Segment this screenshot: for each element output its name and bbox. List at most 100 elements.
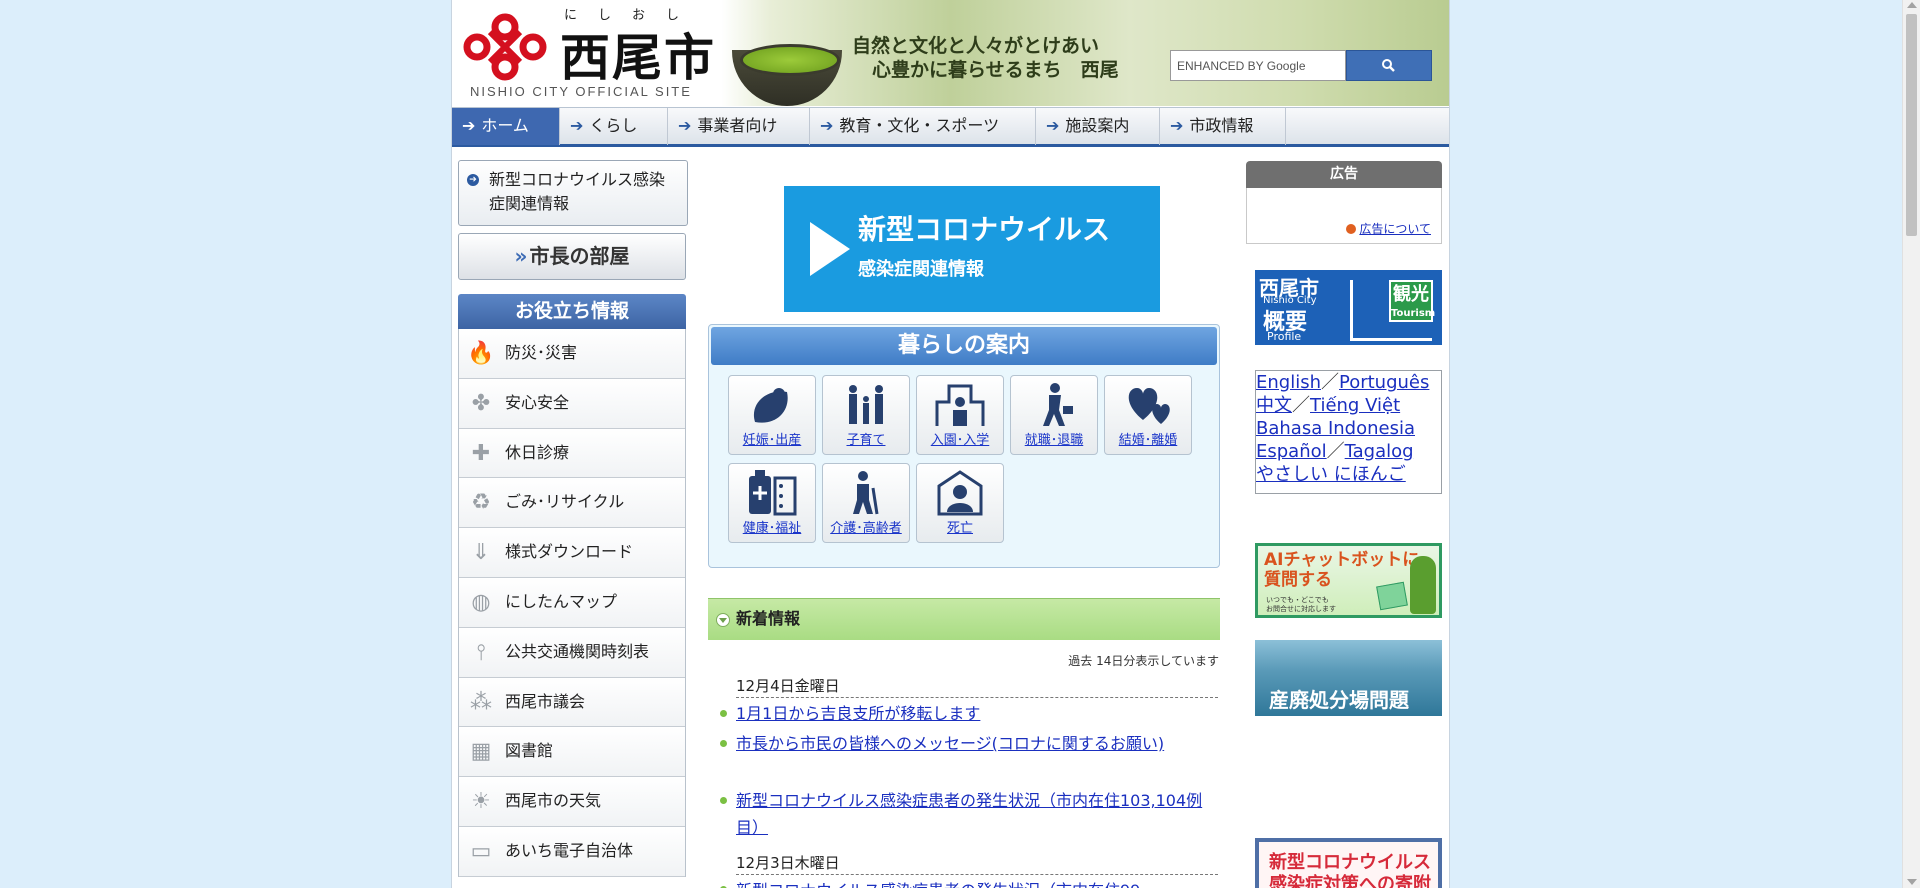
profile-tourism-banner[interactable]: 西尾市 Nishio City 概要 Profile 観光 Tourism: [1255, 270, 1442, 345]
scroll-up-icon[interactable]: [1907, 2, 1917, 8]
lang-english[interactable]: English: [1256, 372, 1321, 393]
tile-childcare[interactable]: 子育て: [822, 375, 910, 455]
news-link[interactable]: 1月1日から吉良支所が移転します: [736, 700, 1218, 727]
tourism-badge[interactable]: 観光 Tourism: [1389, 280, 1436, 322]
useful-item-label: 安心安全: [505, 392, 570, 412]
lang-vietnamese[interactable]: Tiếng Việt: [1310, 395, 1400, 416]
lang-portuguese[interactable]: Português: [1339, 372, 1429, 393]
matcha-image: [740, 44, 840, 76]
nav-city-admin[interactable]: ➔ 市政情報: [1160, 108, 1286, 145]
tile-pregnancy[interactable]: 妊娠･出産: [728, 375, 816, 455]
tile-health[interactable]: 健康･福祉: [728, 463, 816, 543]
nav-home[interactable]: ➔ ホーム: [452, 108, 560, 145]
nav-label: くらし: [589, 116, 638, 135]
ai-chatbot-subtitle: いつでも・どこでも お問合せに対応します: [1266, 596, 1336, 614]
lang-indonesian[interactable]: Bahasa Indonesia: [1256, 418, 1415, 439]
nav-facilities[interactable]: ➔ 施設案内: [1036, 108, 1160, 145]
nav-business[interactable]: ➔ 事業者向け: [668, 108, 810, 145]
corona-banner-title: 新型コロナウイルス: [858, 213, 1111, 246]
arrow-right-icon: ➔: [1046, 116, 1060, 135]
lang-tagalog[interactable]: Tagalog: [1345, 441, 1414, 462]
nav-label: 事業者向け: [697, 116, 778, 135]
useful-item-disaster[interactable]: 🔥 防災･災害: [459, 329, 685, 379]
tile-marriage[interactable]: 結婚･離婚: [1104, 375, 1192, 455]
useful-item-map[interactable]: ◍ にしたんマップ: [459, 577, 685, 628]
living-guide-panel: 暮らしの案内 妊娠･出産 子育て 入園･入学 就職･退職 結婚･離婚 健康･福祉…: [708, 324, 1220, 568]
download-icon: ⇓: [471, 540, 491, 566]
useful-item-label: にしたんマップ: [505, 591, 618, 611]
useful-item-e-gov[interactable]: ▭ あいち電子自治体: [459, 826, 685, 877]
ai-title-line2: 質問する: [1264, 570, 1332, 590]
news-link[interactable]: 市長から市民の皆様へのメッセージ(コロナに関するお願い): [736, 730, 1218, 757]
mascot-icon: [1410, 556, 1436, 614]
portrait-icon: [937, 470, 983, 516]
search-input[interactable]: ENHANCED BY Google: [1170, 50, 1346, 81]
arrow-circle-icon: ➔: [467, 174, 479, 186]
language-links: English／Português 中文／Tiếng Việt Bahasa I…: [1255, 370, 1442, 494]
nav-education[interactable]: ➔ 教育・文化・スポーツ: [810, 108, 1036, 145]
corona-donation-banner[interactable]: 新型コロナウイルス 感染症対策への寄附: [1255, 838, 1442, 888]
search-button[interactable]: [1346, 50, 1432, 81]
tourism-label-en: Tourism: [1391, 308, 1436, 319]
arrow-right-icon: ➔: [570, 116, 584, 135]
news-heading: 新着情報: [736, 609, 801, 628]
ad-heading: 広告: [1246, 161, 1442, 188]
tile-label: 子育て: [846, 433, 886, 448]
city-emblem-icon[interactable]: [462, 12, 548, 82]
elderly-icon: [853, 471, 879, 515]
nav-living[interactable]: ➔ くらし: [560, 108, 668, 145]
vertical-scrollbar[interactable]: [1902, 0, 1920, 888]
news-link[interactable]: 新型コロナウイルス感染症患者の発生状況（市内在住103,104例目）: [736, 787, 1218, 841]
industrial-waste-banner[interactable]: 産廃処分場問題: [1255, 640, 1442, 716]
useful-item-forms[interactable]: ⇓ 様式ダウンロード: [459, 528, 685, 578]
global-nav: ➔ ホーム ➔ くらし ➔ 事業者向け ➔ 教育・文化・スポーツ ➔ 施設案内 ➔ 市政情報: [452, 107, 1449, 147]
lang-spanish[interactable]: Español: [1256, 441, 1327, 462]
arrow-right-icon: ➔: [820, 116, 834, 135]
language-row: やさしい にほんご: [1256, 463, 1441, 486]
tile-label: 入園･入学: [930, 433, 990, 448]
mayor-room-button[interactable]: » 市長の部屋: [458, 233, 686, 280]
useful-item-holiday-clinic[interactable]: ✚ 休日診療: [459, 428, 685, 479]
ad-about-link[interactable]: 広告について: [1346, 220, 1431, 237]
tourism-label: 観光: [1393, 284, 1429, 305]
tagline-line1: 自然と文化と人々がとけあい: [852, 35, 1100, 57]
news-link[interactable]: 新型コロナウイルス感染症患者の発生状況（市内在住99: [736, 877, 1218, 888]
useful-item-library[interactable]: ▦ 図書館: [459, 727, 685, 778]
separator: ／: [1292, 395, 1310, 416]
job-icon: [1043, 383, 1073, 426]
useful-item-label: 休日診療: [505, 442, 570, 462]
industrial-waste-label: 産廃処分場問題: [1269, 688, 1409, 712]
ai-chatbot-banner[interactable]: AIチャットボットに 質問する いつでも・どこでも お問合せに対応します: [1255, 543, 1442, 618]
useful-item-weather[interactable]: ☀ 西尾市の天気: [459, 777, 685, 827]
tile-elderly[interactable]: 介護･高齢者: [822, 463, 910, 543]
arrow-right-icon: [1350, 338, 1432, 341]
tile-school[interactable]: 入園･入学: [916, 375, 1004, 455]
news-note: 過去 14日分表示しています: [1068, 654, 1219, 668]
corona-banner[interactable]: 新型コロナウイルス 感染症関連情報: [784, 186, 1160, 312]
tile-death[interactable]: 死亡: [916, 463, 1004, 543]
lang-chinese[interactable]: 中文: [1256, 395, 1292, 416]
news-heading-bar[interactable]: 新着情報: [708, 598, 1220, 640]
useful-item-safety[interactable]: ✤ 安心安全: [459, 378, 685, 429]
ai-title-line1: AIチャットボットに: [1264, 550, 1420, 570]
medicine-icon: [749, 470, 797, 516]
arrow-up-icon: [1350, 280, 1353, 340]
corona-donation-line2: 感染症対策への寄附: [1269, 874, 1431, 888]
corona-info-link[interactable]: ➔ 新型コロナウイルス感染症関連情報: [458, 160, 688, 226]
separator: ／: [1326, 441, 1345, 462]
scrollbar-thumb[interactable]: [1906, 14, 1917, 236]
fire-icon: 🔥: [467, 341, 495, 366]
lang-easy-japanese[interactable]: やさしい にほんご: [1256, 464, 1406, 485]
useful-item-recycle[interactable]: ♻ ごみ･リサイクル: [459, 478, 685, 529]
useful-info-list: 🔥 防災･災害 ✤ 安心安全 ✚ 休日診療 ♻ ごみ･リサイクル ⇓ 様式ダウンロード ◍…: [458, 329, 686, 877]
separator: ／: [1321, 372, 1339, 393]
tile-job[interactable]: 就職･退職: [1010, 375, 1098, 455]
useful-item-assembly[interactable]: ⁂ 西尾市議会: [459, 677, 685, 728]
logo-text[interactable]: 西尾市: [560, 18, 716, 90]
useful-item-label: ごみ･リサイクル: [505, 492, 625, 512]
scroll-down-icon[interactable]: [1907, 879, 1917, 885]
tagline-line2: 心豊かに暮らせるまち 西尾: [872, 59, 1119, 81]
corona-donation-line1: 新型コロナウイルス: [1269, 852, 1431, 873]
useful-item-timetable[interactable]: ⫯ 公共交通機関時刻表: [459, 627, 685, 678]
useful-info-heading: お役立ち情報: [458, 294, 686, 329]
